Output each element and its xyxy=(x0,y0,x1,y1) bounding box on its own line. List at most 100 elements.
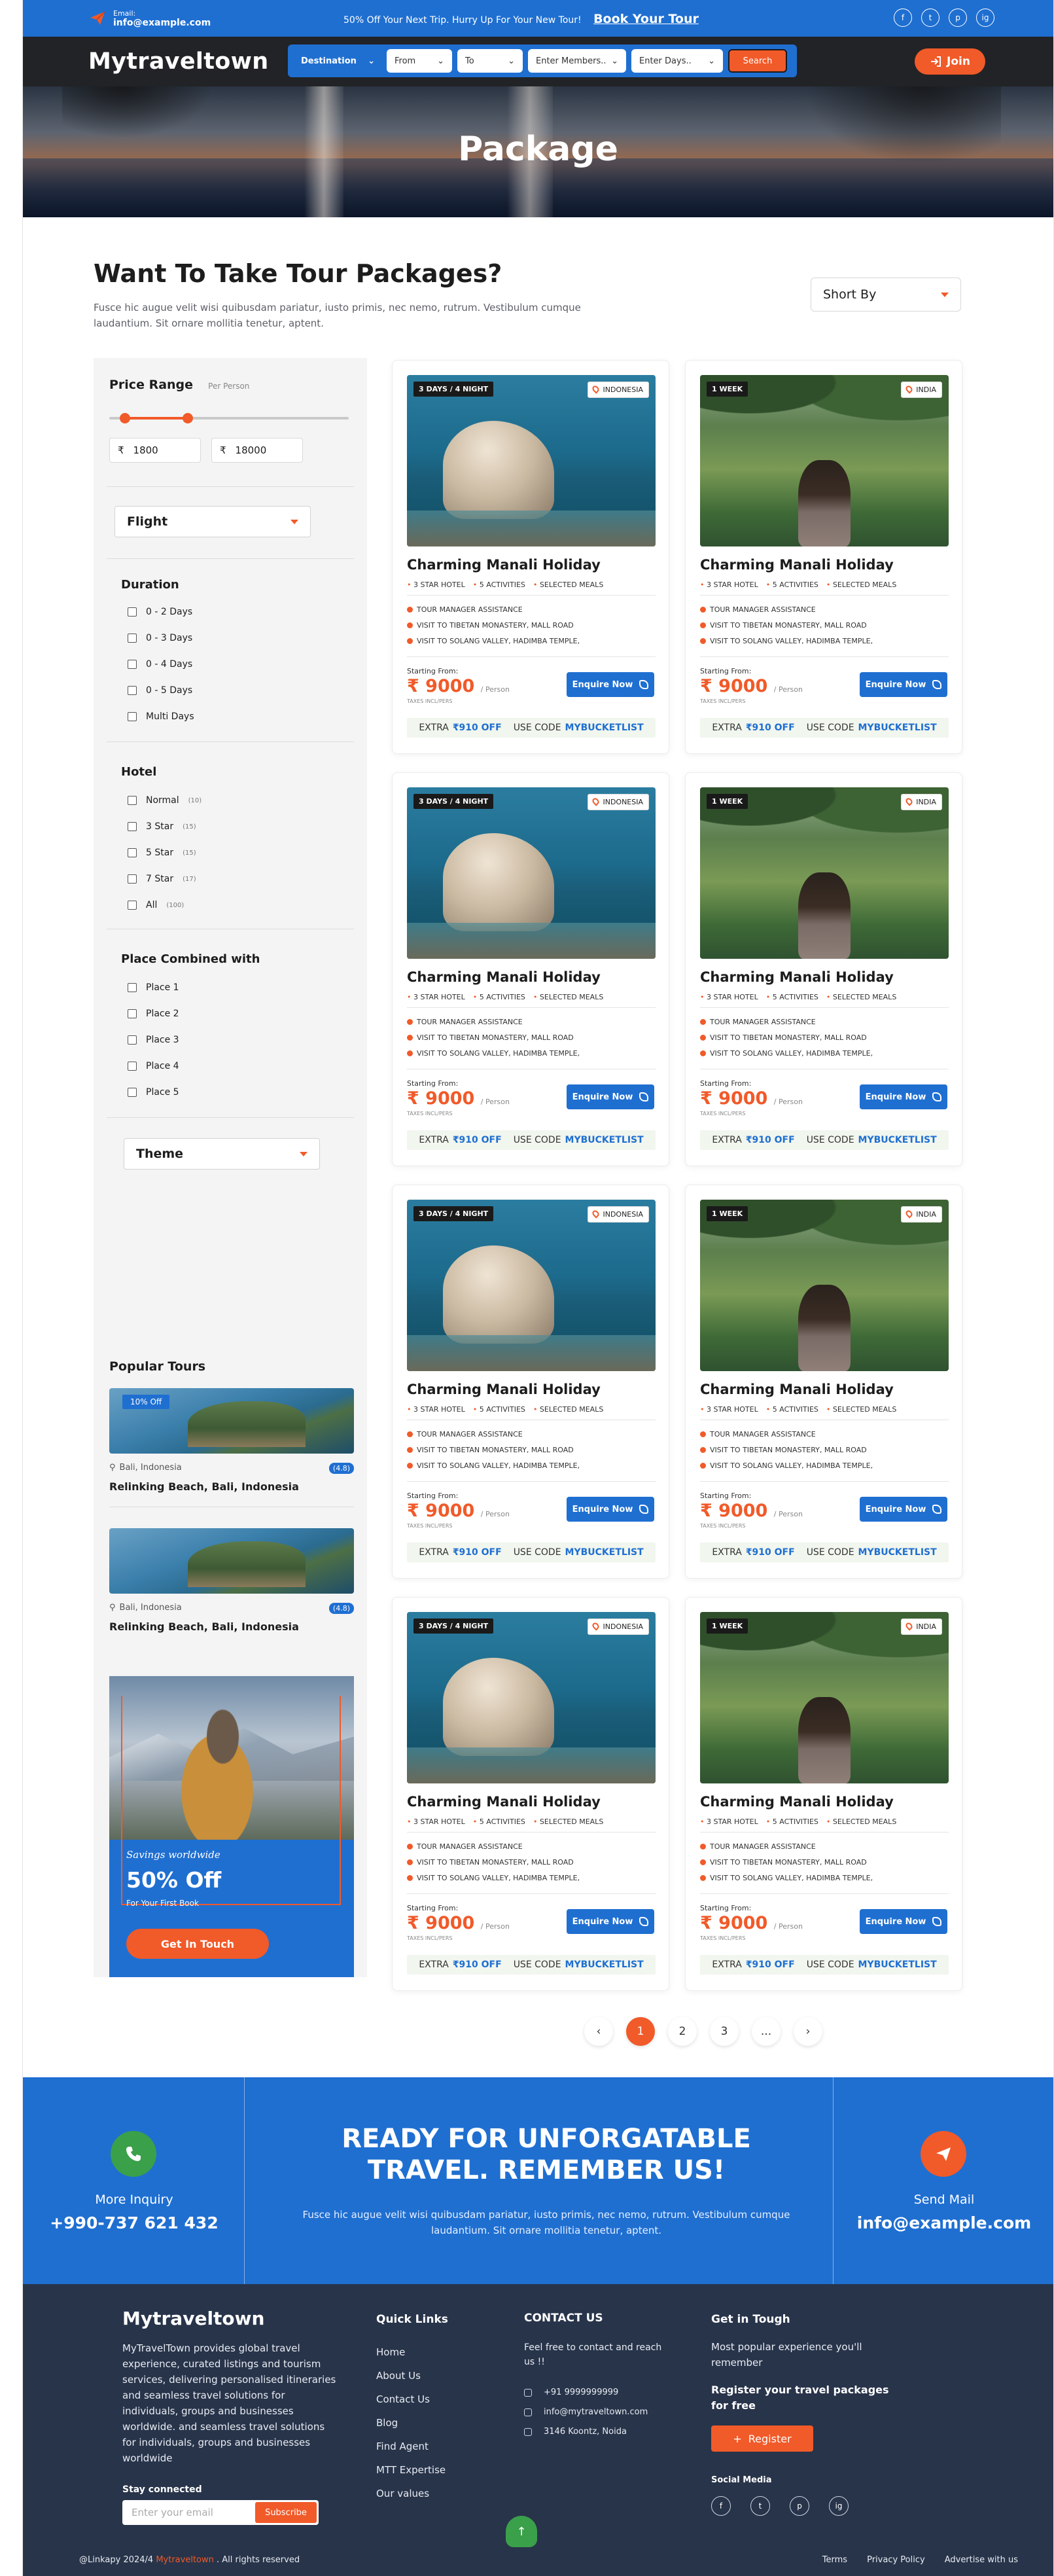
pinterest-icon[interactable]: p xyxy=(949,9,967,27)
page-button[interactable]: 2 xyxy=(668,2017,697,2046)
package-card[interactable]: 1 WEEK INDIA Charming Manali Holiday 3 STAR… xyxy=(685,1185,962,1579)
offer-code[interactable]: MYBUCKETLIST xyxy=(858,723,937,733)
phone-icon[interactable] xyxy=(111,2131,156,2177)
scroll-to-top-button[interactable]: ↑ xyxy=(506,2516,537,2547)
contact-email[interactable]: info@mytraveltown.com xyxy=(524,2407,648,2417)
package-card[interactable]: 1 WEEK INDIA Charming Manali Holiday 3 STAR… xyxy=(685,772,962,1166)
hotel-option[interactable]: Normal (10) xyxy=(128,795,202,806)
checkbox[interactable] xyxy=(128,634,137,643)
offer-code[interactable]: MYBUCKETLIST xyxy=(858,1959,937,1970)
checkbox[interactable] xyxy=(128,796,137,805)
sort-by-select[interactable]: Short By xyxy=(811,277,961,312)
popular-tour-card[interactable]: ⚲ Bali, Indonesia (4.8) Relinking Beach,… xyxy=(109,1528,354,1633)
instagram-icon[interactable]: ig xyxy=(976,9,994,27)
package-title[interactable]: Charming Manali Holiday xyxy=(700,1382,894,1397)
site-logo[interactable]: Mytraveltown xyxy=(88,48,268,75)
place-option[interactable]: Place 3 xyxy=(128,1035,179,1045)
place-option[interactable]: Place 5 xyxy=(128,1087,179,1098)
privacy-link[interactable]: Privacy Policy xyxy=(867,2555,925,2565)
terms-link[interactable]: Terms xyxy=(822,2555,847,2565)
duration-option[interactable]: Multi Days xyxy=(128,711,194,722)
join-button[interactable]: Join xyxy=(915,48,985,75)
enquire-now-button[interactable]: Enquire Now xyxy=(860,1497,947,1522)
duration-option[interactable]: 0 - 2 Days xyxy=(128,607,192,617)
pinterest-icon[interactable]: p xyxy=(790,2496,809,2516)
register-button[interactable]: + Register xyxy=(711,2425,813,2452)
price-min-input[interactable]: ₹ 1800 xyxy=(109,438,201,463)
inquiry-phone[interactable]: +990-737 621 432 xyxy=(29,2213,239,2232)
price-slider-min-handle[interactable] xyxy=(120,413,130,423)
days-select[interactable]: Enter Days.. ⌄ xyxy=(631,49,723,73)
place-option[interactable]: Place 4 xyxy=(128,1061,179,1071)
package-card[interactable]: 1 WEEK INDIA Charming Manali Holiday 3 STAR… xyxy=(685,1597,962,1991)
subscribe-email-input[interactable]: Enter your email xyxy=(122,2507,255,2518)
checkbox[interactable] xyxy=(128,1088,137,1097)
hotel-option[interactable]: 7 Star (17) xyxy=(128,874,196,884)
offer-code[interactable]: MYBUCKETLIST xyxy=(858,1547,937,1558)
from-select[interactable]: From ⌄ xyxy=(387,49,452,73)
duration-option[interactable]: 0 - 5 Days xyxy=(128,685,192,696)
popular-tour-card[interactable]: 10% Off ⚲ Bali, Indonesia (4.8) Relinkin… xyxy=(109,1388,354,1493)
enquire-now-button[interactable]: Enquire Now xyxy=(567,1909,654,1934)
checkbox[interactable] xyxy=(128,848,137,857)
enquire-now-button[interactable]: Enquire Now xyxy=(567,1497,654,1522)
duration-option[interactable]: 0 - 3 Days xyxy=(128,633,192,643)
page-button[interactable]: 1 xyxy=(626,2017,655,2046)
get-in-touch-button[interactable]: Get In Touch xyxy=(126,1929,269,1959)
checkbox[interactable] xyxy=(128,1009,137,1018)
enquire-now-button[interactable]: Enquire Now xyxy=(860,1909,947,1934)
package-card[interactable]: 1 WEEK INDIA Charming Manali Holiday 3 STAR… xyxy=(685,360,962,754)
package-title[interactable]: Charming Manali Holiday xyxy=(407,1382,601,1397)
theme-select[interactable]: Theme xyxy=(124,1138,320,1170)
checkbox[interactable] xyxy=(128,983,137,992)
next-page-button[interactable]: › xyxy=(794,2017,822,2046)
quick-link[interactable]: Home xyxy=(376,2340,446,2364)
destination-select[interactable]: Destination ⌄ xyxy=(293,56,381,66)
advertise-link[interactable]: Advertise with us xyxy=(945,2555,1018,2565)
facebook-icon[interactable]: f xyxy=(894,9,912,27)
mail-value[interactable]: info@example.com xyxy=(839,2213,1049,2232)
price-max-input[interactable]: ₹ 18000 xyxy=(211,438,303,463)
package-title[interactable]: Charming Manali Holiday xyxy=(700,557,894,573)
offer-code[interactable]: MYBUCKETLIST xyxy=(565,1135,644,1145)
duration-option[interactable]: 0 - 4 Days xyxy=(128,659,192,670)
checkbox[interactable] xyxy=(128,874,137,884)
facebook-icon[interactable]: f xyxy=(711,2496,731,2516)
twitter-icon[interactable]: t xyxy=(921,9,940,27)
package-card[interactable]: 3 DAYS / 4 NIGHT INDONESIA Charming Manali… xyxy=(392,772,669,1166)
enquire-now-button[interactable]: Enquire Now xyxy=(567,672,654,697)
twitter-icon[interactable]: t xyxy=(750,2496,770,2516)
price-slider[interactable] xyxy=(109,413,349,423)
prev-page-button[interactable]: ‹ xyxy=(584,2017,613,2046)
quick-link[interactable]: Find Agent xyxy=(376,2435,446,2458)
quick-link[interactable]: About Us xyxy=(376,2364,446,2388)
hotel-option[interactable]: All (100) xyxy=(128,900,184,910)
flight-select[interactable]: Flight xyxy=(114,506,311,537)
enquire-now-button[interactable]: Enquire Now xyxy=(860,1084,947,1109)
hotel-option[interactable]: 5 Star (15) xyxy=(128,848,196,858)
offer-code[interactable]: MYBUCKETLIST xyxy=(565,1959,644,1970)
offer-code[interactable]: MYBUCKETLIST xyxy=(565,1547,644,1558)
package-title[interactable]: Charming Manali Holiday xyxy=(407,557,601,573)
hotel-option[interactable]: 3 Star (15) xyxy=(128,821,196,832)
package-card[interactable]: 3 DAYS / 4 NIGHT INDONESIA Charming Manali… xyxy=(392,1185,669,1579)
members-select[interactable]: Enter Members.. ⌄ xyxy=(528,49,626,73)
offer-code[interactable]: MYBUCKETLIST xyxy=(565,723,644,733)
quick-link[interactable]: Contact Us xyxy=(376,2388,446,2411)
package-title[interactable]: Charming Manali Holiday xyxy=(407,969,601,985)
quick-link[interactable]: MTT Expertise xyxy=(376,2458,446,2482)
package-card[interactable]: 3 DAYS / 4 NIGHT INDONESIA Charming Manali… xyxy=(392,360,669,754)
subscribe-button[interactable]: Subscribe xyxy=(255,2502,317,2523)
copyright-brand[interactable]: Mytraveltown xyxy=(156,2555,214,2565)
checkbox[interactable] xyxy=(128,660,137,669)
top-email[interactable]: Email: info@example.com xyxy=(88,9,211,28)
checkbox[interactable] xyxy=(128,901,137,910)
to-select[interactable]: To ⌄ xyxy=(457,49,523,73)
quick-link[interactable]: Blog xyxy=(376,2411,446,2435)
checkbox[interactable] xyxy=(128,607,137,617)
package-title[interactable]: Charming Manali Holiday xyxy=(700,1794,894,1810)
enquire-now-button[interactable]: Enquire Now xyxy=(567,1084,654,1109)
footer-brand[interactable]: Mytraveltown xyxy=(122,2308,264,2329)
send-mail-icon[interactable] xyxy=(921,2131,966,2177)
package-card[interactable]: 3 DAYS / 4 NIGHT INDONESIA Charming Manali… xyxy=(392,1597,669,1991)
